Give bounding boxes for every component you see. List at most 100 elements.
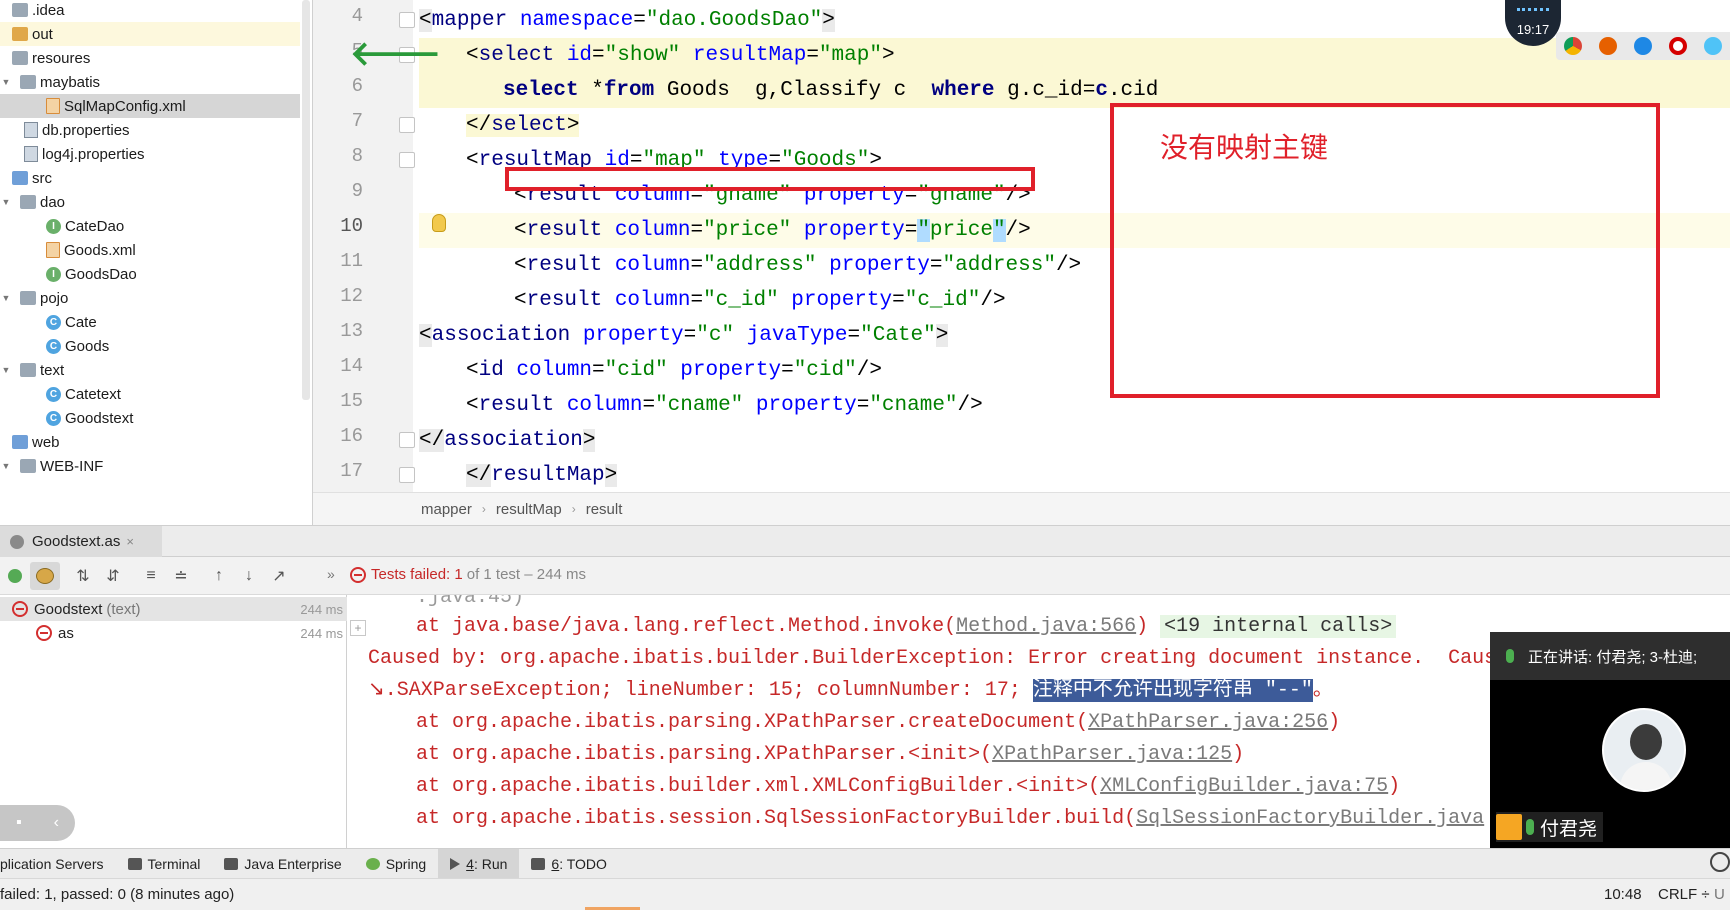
tree-item-dao[interactable]: ▼ dao [0, 190, 300, 214]
line-number: 14 [340, 355, 363, 377]
tree-item-web[interactable]: web [0, 430, 300, 454]
breadcrumb-item[interactable]: result [586, 501, 623, 518]
chevron-down-icon[interactable]: ▼ [0, 293, 12, 303]
close-icon[interactable]: × [126, 534, 134, 549]
export-button[interactable]: ↗ [264, 562, 294, 590]
edge-icon[interactable] [1703, 37, 1722, 55]
stack-link[interactable]: XPathParser.java:256 [1088, 711, 1328, 734]
terminal-icon [127, 857, 142, 870]
tool-window-terminal[interactable]: Terminal [116, 849, 213, 879]
tree-scrollbar[interactable] [302, 0, 310, 400]
tree-item-src[interactable]: src [0, 166, 300, 190]
line-separator[interactable]: CRLF ÷ [1658, 886, 1710, 903]
tree-item-pojo[interactable]: ▼ pojo [0, 286, 300, 310]
breadcrumb-item[interactable]: resultMap [496, 501, 562, 518]
chevron-right-icon: › [571, 502, 576, 516]
previous-failed-button[interactable]: ↑ [204, 562, 234, 590]
tree-item-db-properties[interactable]: db.properties [0, 118, 300, 142]
tool-window-todo[interactable]: 6: TODO [519, 849, 619, 879]
annotation-underline-box [505, 167, 1035, 191]
participant-label: 付君尧 [1496, 812, 1604, 842]
tree-item-resoures[interactable]: resoures [0, 46, 300, 70]
tree-item-goodsdao[interactable]: I GoodsDao [0, 262, 300, 286]
tool-window-run[interactable]: 4: Run [438, 848, 520, 879]
sort-alpha-button[interactable]: ⇅ [68, 562, 98, 590]
tree-item-goodstext[interactable]: C Goodstext [0, 406, 300, 430]
tree-item-catetext[interactable]: C Catetext [0, 382, 300, 406]
export-icon: ↗ [272, 567, 286, 585]
opera-icon[interactable] [1668, 37, 1687, 55]
selected-error-text[interactable]: 注释中不允许出现字符串 "--" [1032, 679, 1313, 702]
fold-marker[interactable] [399, 467, 415, 483]
web-folder-icon [12, 435, 28, 449]
tree-item-goods[interactable]: C Goods [0, 334, 300, 358]
run-tab-strip: Goodstext.as × [0, 525, 1730, 557]
tool-window-java-enterprise[interactable]: Java Enterprise [212, 849, 353, 879]
caret-position[interactable]: 10:48 [1604, 886, 1642, 903]
chrome-icon[interactable] [1564, 37, 1583, 55]
fold-marker[interactable] [399, 152, 415, 168]
next-failed-button[interactable]: ↓ [234, 562, 264, 590]
fold-marker[interactable] [399, 117, 415, 133]
test-node-goodstext[interactable]: Goodstext (text) 244 ms [0, 597, 347, 621]
stack-link[interactable]: XMLConfigBuilder.java:75 [1100, 775, 1388, 798]
line-number: 15 [340, 390, 363, 412]
run-toolbar: ⇅ ⇵ ≡ ≐ ↑ ↓ ↗ [0, 557, 1730, 595]
sort-duration-button[interactable]: ⇵ [98, 562, 128, 590]
chevron-down-icon[interactable]: ▼ [0, 197, 12, 207]
status-message: failed: 1, passed: 0 (8 minutes ago) [0, 886, 235, 903]
folder-icon [20, 459, 36, 473]
breadcrumb-item[interactable]: mapper [421, 501, 472, 518]
tree-item-log4j-properties[interactable]: log4j.properties [0, 142, 300, 166]
stack-link[interactable]: Method.java:566 [956, 615, 1136, 638]
fold-marker[interactable] [399, 12, 415, 28]
package-icon [20, 291, 36, 305]
interface-icon: I [46, 266, 61, 282]
line-number: 8 [351, 145, 363, 167]
expand-all-button[interactable]: ≡ [136, 562, 166, 590]
tree-item-maybatis[interactable]: ▼ maybatis [0, 70, 300, 94]
chat-pill[interactable]: ▪ ‹ [0, 805, 75, 841]
properties-file-icon [24, 122, 38, 138]
avatar [1602, 708, 1686, 792]
tool-window-spring[interactable]: Spring [354, 849, 438, 879]
test-node-as[interactable]: as 244 ms [0, 621, 347, 645]
fold-marker[interactable] [399, 432, 415, 448]
tree-item-catedao[interactable]: I CateDao [0, 214, 300, 238]
tool-window-app-servers[interactable]: plication Servers [0, 849, 116, 879]
tree-item-sqlmapconfig[interactable]: SqlMapConfig.xml [0, 94, 300, 118]
tree-item-cate[interactable]: C Cate [0, 310, 300, 334]
tree-item-goods-xml[interactable]: Goods.xml [0, 238, 300, 262]
stack-link[interactable]: XPathParser.java:125 [992, 743, 1232, 766]
chevron-down-icon[interactable]: ▼ [0, 461, 12, 471]
line-number: 4 [351, 5, 363, 27]
show-passed-button[interactable] [0, 562, 30, 590]
collapse-all-button[interactable]: ≐ [166, 562, 196, 590]
stack-link[interactable]: SqlSessionFactoryBuilder.java [1136, 807, 1484, 830]
safari-icon[interactable] [1633, 37, 1652, 55]
line-number: 10 [340, 215, 363, 237]
tree-item-out[interactable]: out [0, 22, 300, 46]
encoding[interactable]: U [1714, 886, 1725, 903]
run-tab-goodstext[interactable]: Goodstext.as × [0, 526, 162, 557]
search-icon[interactable] [1710, 852, 1730, 872]
console-line: at org.apache.ibatis.parsing.XPathParser… [416, 711, 1341, 734]
console-line: .java:45) [416, 595, 525, 609]
show-ignored-button[interactable] [30, 561, 60, 590]
breadcrumb: mapper › resultMap › result [313, 492, 1730, 525]
xml-file-icon [46, 98, 60, 114]
code-line-17[interactable]: </resultMap> [419, 458, 1730, 492]
firefox-icon[interactable] [1599, 37, 1618, 55]
console-line: at org.apache.ibatis.builder.xml.XMLConf… [416, 775, 1401, 798]
toolbar-overflow-icon[interactable]: » [327, 566, 335, 582]
chevron-down-icon[interactable]: ▼ [0, 77, 12, 87]
tree-item-text[interactable]: ▼ text [0, 358, 300, 382]
expand-icon[interactable]: + [350, 620, 366, 636]
lightbulb-icon[interactable] [432, 214, 446, 232]
tree-item-idea[interactable]: .idea [0, 0, 300, 22]
chevron-down-icon[interactable]: ▼ [0, 365, 12, 375]
code-line-16[interactable]: </association> [419, 423, 1730, 458]
properties-file-icon [24, 146, 38, 162]
internal-calls-fold[interactable]: <19 internal calls> [1160, 615, 1397, 638]
tree-item-web-inf[interactable]: ▼ WEB-INF [0, 454, 300, 478]
